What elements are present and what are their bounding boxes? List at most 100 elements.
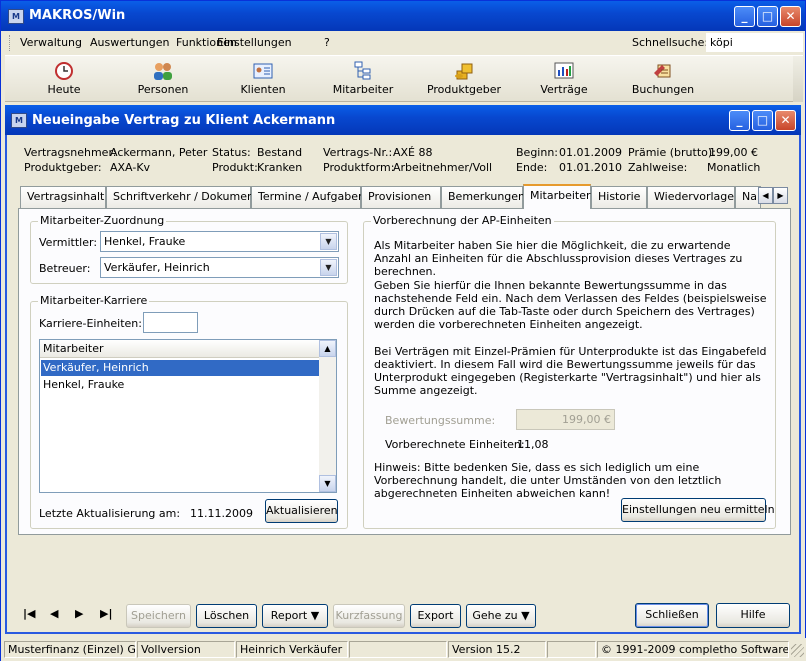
- praemie-label: Prämie (brutto):: [628, 146, 716, 159]
- ende-label: Ende:: [516, 161, 548, 174]
- list-scrollbar[interactable]: ▲ ▼: [319, 340, 336, 492]
- vertragsnehmer-value: Ackermann, Peter: [110, 146, 208, 159]
- toolbar-overflow[interactable]: [793, 56, 803, 102]
- child-minimize-button[interactable]: _: [729, 110, 750, 131]
- vertragsnr-value: AXÉ 88: [393, 146, 433, 159]
- karriere-einheiten-input[interactable]: [143, 312, 198, 333]
- toolbar-label: Heute: [47, 83, 81, 96]
- vermittler-value: Henkel, Frauke: [104, 235, 186, 248]
- clock-icon: [55, 62, 73, 80]
- status-empty-1: [349, 641, 447, 658]
- produktgeber-value: AXA-Kv: [110, 161, 151, 174]
- close-button[interactable]: ✕: [780, 6, 801, 27]
- last-update-label: Letzte Aktualisierung am:: [39, 507, 181, 520]
- status-edition: Vollversion: [137, 641, 235, 658]
- tab-termine[interactable]: Termine / Aufgaben: [251, 186, 365, 208]
- coins-icon: [455, 63, 473, 80]
- status-version: Version 15.2: [448, 641, 546, 658]
- scroll-down-icon[interactable]: ▼: [319, 475, 336, 492]
- einstellungen-neu-ermitteln-button[interactable]: Einstellungen neu ermitteln: [621, 498, 775, 522]
- loeschen-button[interactable]: Löschen: [196, 604, 257, 628]
- quicksearch-input[interactable]: köpi: [706, 33, 803, 52]
- list-item[interactable]: Henkel, Frauke: [41, 377, 319, 393]
- toolbar-klienten-button[interactable]: Klienten: [218, 60, 308, 100]
- tab-provisionen[interactable]: Provisionen: [361, 186, 441, 208]
- hinweis-text: Hinweis: Bitte bedenken Sie, dass es sic…: [374, 461, 722, 500]
- export-button[interactable]: Export: [410, 604, 461, 628]
- kurzfassung-button[interactable]: Kurzfassung: [333, 604, 405, 628]
- list-header[interactable]: Mitarbeiter: [40, 340, 319, 358]
- produkt-value: Kranken: [257, 161, 303, 174]
- child-close-button[interactable]: ✕: [775, 110, 796, 131]
- tab-historie[interactable]: Historie: [591, 186, 647, 208]
- betreuer-label: Betreuer:: [39, 262, 91, 275]
- gehe-zu-button[interactable]: Gehe zu ▼: [466, 604, 536, 628]
- hilfe-button[interactable]: Hilfe: [716, 603, 790, 628]
- minimize-button[interactable]: _: [734, 6, 755, 27]
- vermittler-select[interactable]: Henkel, Frauke ▼: [100, 231, 339, 252]
- toolbar-heute-button[interactable]: Heute: [19, 60, 109, 100]
- resize-grip-icon[interactable]: [791, 644, 804, 657]
- menu-help[interactable]: ?: [324, 36, 330, 49]
- maximize-button[interactable]: □: [757, 6, 778, 27]
- tab-scroll-right-icon[interactable]: ▶: [773, 187, 788, 204]
- child-maximize-button[interactable]: □: [752, 110, 773, 131]
- zahlweise-label: Zahlweise:: [628, 161, 688, 174]
- betreuer-select[interactable]: Verkäufer, Heinrich ▼: [100, 257, 339, 278]
- chevron-down-icon[interactable]: ▼: [320, 259, 337, 276]
- menu-einstellungen[interactable]: Einstellungen: [217, 36, 292, 49]
- vertragsnr-label: Vertrags-Nr.:: [323, 146, 393, 159]
- client-card-icon: [253, 63, 273, 79]
- toolbar-label: Buchungen: [631, 83, 695, 96]
- bewertungssumme-label: Bewertungssumme:: [385, 414, 496, 427]
- tab-bemerkungen[interactable]: Bemerkungen: [441, 186, 525, 208]
- last-record-icon[interactable]: ▶|: [100, 607, 112, 620]
- chevron-down-icon[interactable]: ▼: [320, 233, 337, 250]
- schliessen-button[interactable]: Schließen: [635, 603, 709, 628]
- menu-auswertungen[interactable]: Auswertungen: [90, 36, 170, 49]
- main-title-bar[interactable]: M MAKROS/Win _ □ ✕: [1, 1, 805, 31]
- org-chart-icon: [354, 61, 371, 80]
- status-user: Heinrich Verkäufer: [236, 641, 348, 658]
- toolbar-label: Personen: [137, 83, 189, 96]
- speichern-button[interactable]: Speichern: [126, 604, 191, 628]
- praemie-value: 199,00 €: [709, 146, 758, 159]
- last-update-value: 11.11.2009: [190, 507, 253, 520]
- first-record-icon[interactable]: |◀: [23, 607, 35, 620]
- vertragsnehmer-label: Vertragsnehmer:: [24, 146, 117, 159]
- chevron-down-icon: ▼: [521, 609, 530, 622]
- tab-wiedervorlage[interactable]: Wiedervorlage: [647, 186, 735, 208]
- mitarbeiter-list[interactable]: Mitarbeiter Verkäufer, Heinrich Henkel, …: [39, 339, 337, 493]
- menu-verwaltung[interactable]: Verwaltung: [20, 36, 82, 49]
- vorberechnung-text-3: Bei Verträgen mit Einzel-Prämien für Unt…: [374, 345, 767, 397]
- next-record-icon[interactable]: ▶: [75, 607, 83, 620]
- status-value: Bestand: [257, 146, 303, 159]
- scroll-up-icon[interactable]: ▲: [319, 340, 336, 357]
- app-icon: M: [8, 9, 24, 24]
- karriere-einheiten-label: Karriere-Einheiten:: [39, 317, 142, 330]
- tab-scroll-left-icon[interactable]: ◀: [758, 187, 773, 204]
- vorberechnung-text-2: Geben Sie hierfür die Ihnen bekannte Bew…: [374, 279, 767, 331]
- chevron-down-icon: ▼: [310, 609, 320, 622]
- ende-value: 01.01.2010: [559, 161, 622, 174]
- list-item[interactable]: Verkäufer, Heinrich: [40, 359, 320, 377]
- toolbar-mitarbeiter-button[interactable]: Mitarbeiter: [318, 60, 408, 100]
- toolbar-buchungen-button[interactable]: Buchungen: [618, 60, 708, 100]
- aktualisieren-button[interactable]: Aktualisieren: [265, 499, 338, 523]
- bewertungssumme-input: 199,00 €: [516, 409, 615, 430]
- toolbar-personen-button[interactable]: Personen: [118, 60, 208, 100]
- toolbar: Heute Personen Klienten Mitarbeiter Prod…: [5, 55, 803, 102]
- tab-vertragsinhalt[interactable]: Vertragsinhalt: [20, 186, 106, 208]
- karriere-group-label: Mitarbeiter-Karriere: [38, 294, 150, 307]
- toolbar-produktgeber-button[interactable]: Produktgeber: [419, 60, 509, 100]
- app-title: MAKROS/Win: [29, 8, 126, 23]
- toolbar-vertraege-button[interactable]: Verträge: [519, 60, 609, 100]
- contract-title-bar[interactable]: M Neueingabe Vertrag zu Klient Ackermann…: [5, 105, 801, 135]
- contract-title: Neueingabe Vertrag zu Klient Ackermann: [32, 113, 336, 128]
- tab-mitarbeiter[interactable]: Mitarbeiter: [523, 184, 591, 209]
- zuordnung-group-label: Mitarbeiter-Zuordnung: [38, 214, 167, 227]
- toolbar-label: Klienten: [240, 83, 286, 96]
- report-button[interactable]: Report ▼: [262, 604, 328, 628]
- prev-record-icon[interactable]: ◀: [50, 607, 58, 620]
- tab-schriftverkehr[interactable]: Schriftverkehr / Dokumente: [106, 186, 265, 208]
